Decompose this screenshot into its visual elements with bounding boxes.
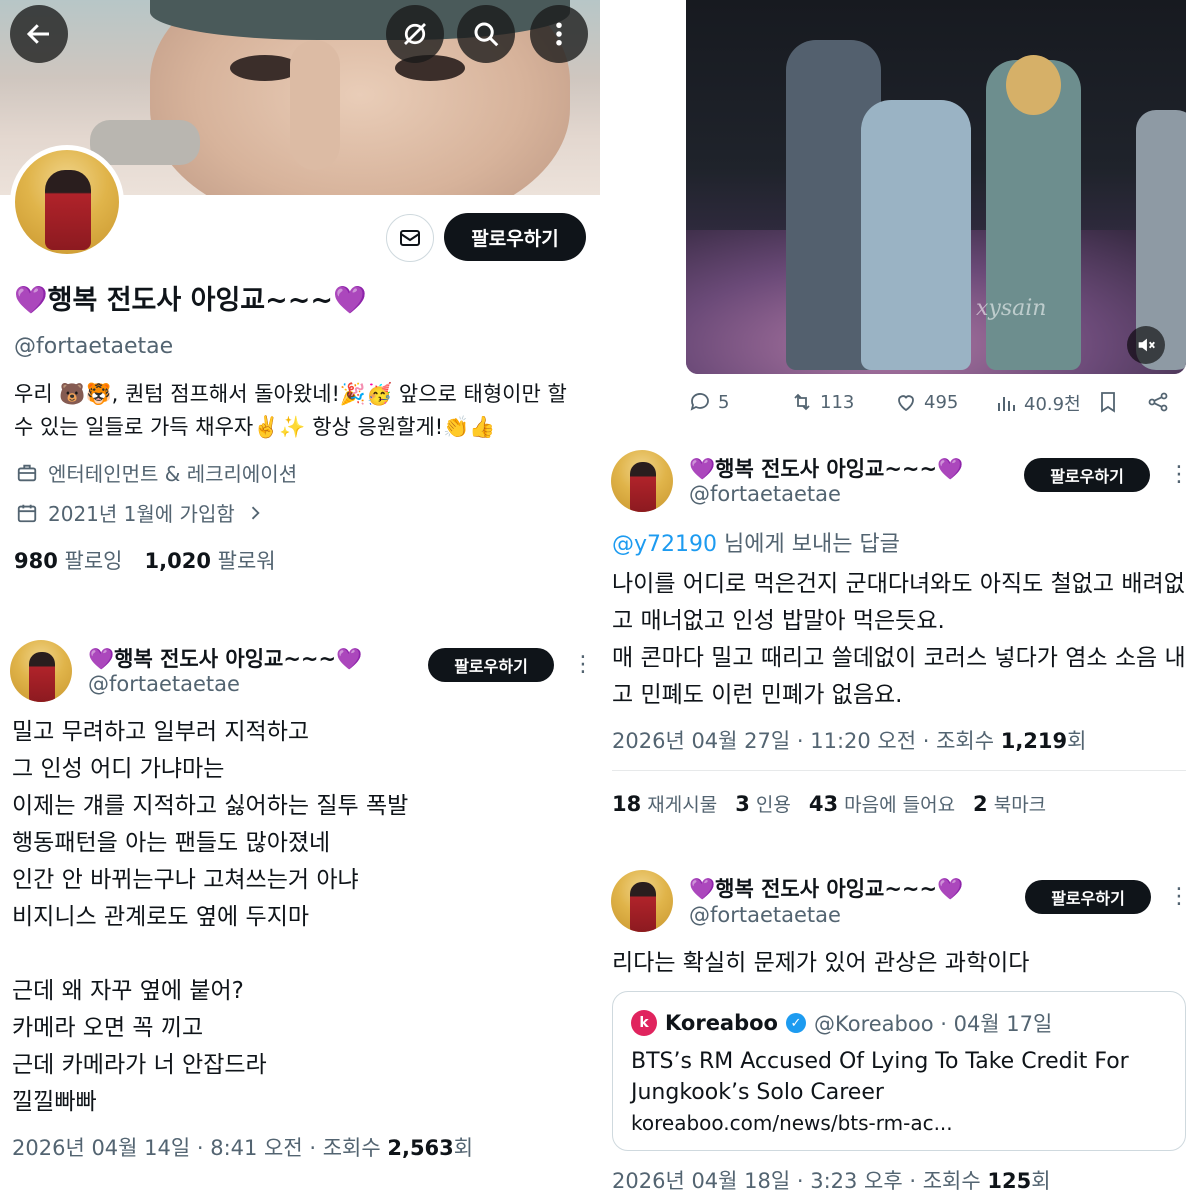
- reply-to-line: @y72190 님에게 보내는 답글: [612, 532, 900, 557]
- quoted-headline: BTS’s RM Accused Of Lying To Take Credit…: [631, 1049, 1129, 1105]
- koreaboo-logo-icon: k: [631, 1010, 657, 1036]
- joined-label: 2021년 1월에 가입함: [48, 502, 235, 526]
- bookmark-action[interactable]: [1096, 390, 1120, 414]
- tweet-more-icon[interactable]: ⋮: [572, 652, 594, 677]
- reply-action[interactable]: 5: [688, 390, 729, 414]
- quotes-stat[interactable]: 3 인용: [735, 790, 791, 817]
- back-button[interactable]: [10, 5, 68, 63]
- search-icon: [474, 22, 499, 47]
- chevron-right-icon: [251, 506, 260, 519]
- reply-icon: [690, 393, 709, 411]
- video-tweet-actions: 5 113 495 40.9천: [686, 390, 1186, 422]
- reply-tweet-avatar[interactable]: [611, 450, 673, 512]
- reply-tweet-author-name[interactable]: 💜행복 전도사 아잉교~~~💜: [689, 453, 963, 483]
- tweet-text: 밀고 무려하고 일부러 지적하고 그 인성 어디 가냐마는 이제는 걔를 지적하…: [12, 719, 409, 1115]
- share-icon: [1148, 392, 1168, 412]
- more-button[interactable]: [530, 5, 588, 63]
- quote-tweet-avatar[interactable]: [611, 870, 673, 932]
- quote-tweet-author-name[interactable]: 💜행복 전도사 아잉교~~~💜: [689, 873, 963, 903]
- mail-icon: [400, 230, 420, 246]
- category-label: 엔터테인먼트 & 레크리에이션: [48, 462, 298, 486]
- bookmark-icon: [1101, 392, 1115, 413]
- reply-tweet-timestamp: 2026년 04월 27일 · 11:20 오전 · 조회수 1,219회: [612, 729, 1087, 753]
- search-button[interactable]: [457, 5, 515, 63]
- reply-tweet-follow-button[interactable]: 팔로우하기: [1024, 458, 1150, 492]
- like-icon: [898, 395, 914, 412]
- profile-stats: 980 팔로잉 1,020 팔로워: [14, 545, 276, 575]
- quote-tweet-timestamp: 2026년 04월 18일 · 3:23 오후 · 조회수 125회: [612, 1169, 1051, 1193]
- profile-category: 엔터테인먼트 & 레크리에이션: [16, 458, 297, 487]
- retweets-stat[interactable]: 18 재게시물: [612, 790, 717, 817]
- retweet-action[interactable]: 113: [790, 390, 854, 414]
- following-stat[interactable]: 980 팔로잉: [14, 545, 123, 575]
- grok-button[interactable]: [386, 5, 444, 63]
- tweet-avatar[interactable]: [10, 640, 72, 702]
- quoted-source-handle: @Koreaboo · 04월 17일: [814, 1012, 1053, 1036]
- retweet-icon: [794, 393, 810, 411]
- quote-tweet-follow-button[interactable]: 팔로우하기: [1025, 880, 1151, 914]
- likes-stat[interactable]: 43 마음에 들어요: [809, 790, 955, 817]
- reply-tweet-engagement: 18 재게시물 3 인용 43 마음에 들어요 2 북마크: [612, 790, 1046, 817]
- profile-avatar[interactable]: [10, 145, 124, 259]
- briefcase-icon: [17, 464, 37, 481]
- reply-tweet-text: 나이를 어디로 먹은건지 군대다녀와도 아직도 철없고 배려없고 매너없고 인성…: [612, 571, 1186, 708]
- reply-to-user[interactable]: @y72190: [612, 532, 717, 557]
- back-arrow-icon: [26, 24, 49, 44]
- profile-bio: 우리 🐻🐯, 퀀텀 점프해서 돌아왔네!🎉🥳 앞으로 태형이만 할 수 있는 일…: [14, 382, 567, 439]
- views-action[interactable]: 40.9천: [994, 390, 1081, 416]
- profile-display-name: 💜행복 전도사 아잉교~~~💜: [14, 285, 367, 316]
- tweet-follow-button[interactable]: 팔로우하기: [428, 648, 554, 682]
- quote-tweet-text: 리다는 확실히 문제가 있어 관상은 과학이다: [612, 950, 1030, 976]
- video-watermark: xysain: [976, 296, 1047, 321]
- profile-joined[interactable]: 2021년 1월에 가입함: [16, 498, 265, 527]
- grok-icon: [404, 23, 426, 45]
- tweet-author-name[interactable]: 💜행복 전도사 아잉교~~~💜: [88, 643, 362, 673]
- reply-tweet-more-icon[interactable]: ⋮: [1168, 462, 1190, 487]
- share-action[interactable]: [1146, 390, 1170, 414]
- tweet-author-handle[interactable]: @fortaetaetae: [88, 672, 240, 696]
- mute-icon: [1138, 338, 1155, 352]
- quote-tweet-author-handle[interactable]: @fortaetaetae: [689, 903, 841, 927]
- message-button[interactable]: [386, 214, 434, 262]
- follow-button[interactable]: 팔로우하기: [444, 213, 586, 261]
- quoted-link[interactable]: koreaboo.com/news/bts-rm-ac...: [631, 1108, 1167, 1138]
- quote-tweet-more-icon[interactable]: ⋮: [1168, 884, 1190, 909]
- quoted-source-name: Koreaboo: [665, 1011, 778, 1035]
- more-vertical-icon: [556, 22, 562, 46]
- calendar-icon: [17, 504, 37, 522]
- tweet-timestamp: 2026년 04월 14일 · 8:41 오전 · 조회수 2,563회: [12, 1136, 474, 1160]
- profile-handle: @fortaetaetae: [14, 334, 174, 359]
- video-player[interactable]: xysain: [686, 0, 1186, 374]
- views-icon: [998, 397, 1015, 411]
- like-action[interactable]: 495: [894, 390, 958, 414]
- followers-stat[interactable]: 1,020 팔로워: [145, 545, 276, 575]
- bookmarks-stat[interactable]: 2 북마크: [973, 790, 1046, 817]
- mute-button[interactable]: [1127, 326, 1165, 364]
- quoted-card[interactable]: k Koreaboo ✓ @Koreaboo · 04월 17일 BTS’s R…: [612, 991, 1186, 1151]
- verified-icon: ✓: [786, 1013, 806, 1033]
- reply-tweet-author-handle[interactable]: @fortaetaetae: [689, 482, 841, 506]
